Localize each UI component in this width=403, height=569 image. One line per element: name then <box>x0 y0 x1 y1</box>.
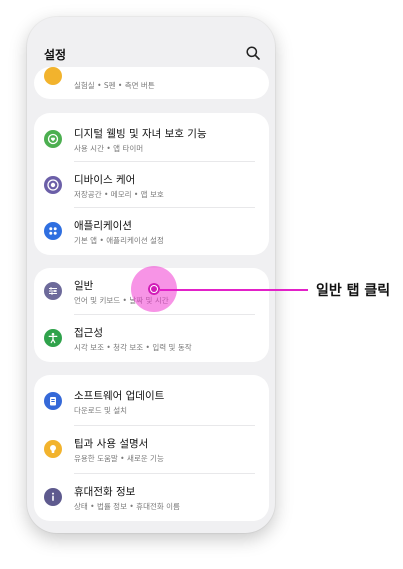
item-title: 팁과 사용 설명서 <box>74 438 149 450</box>
sidebar-item-tips[interactable]: 팁과 사용 설명서 유용한 도움말 • 새로운 기능 <box>34 426 269 472</box>
callout-label: 일반 탭 클릭 <box>316 283 391 299</box>
advanced-features-icon <box>44 67 62 85</box>
sidebar-item-software-update[interactable]: 소프트웨어 업데이트 다운로드 및 설치 <box>34 378 269 424</box>
update-icon <box>44 392 62 410</box>
sidebar-item-device-care[interactable]: 디바이스 케어 저장공간 • 메모리 • 앱 보호 <box>34 162 269 208</box>
card-group-1: 디지털 웰빙 및 자녀 보호 기능 사용 시간 • 앱 타이머 디바이스 케어 … <box>34 113 269 255</box>
advanced-features-card: 실험실 • S펜 • 측면 버튼 <box>34 67 269 99</box>
item-subtitle: 시각 보조 • 청각 보조 • 입력 및 동작 <box>74 343 192 352</box>
sliders-icon <box>44 282 62 300</box>
item-title: 애플리케이션 <box>74 220 132 232</box>
item-subtitle: 실험실 • S펜 • 측면 버튼 <box>74 81 155 90</box>
item-subtitle: 다운로드 및 설치 <box>74 406 128 415</box>
card-group-3: 소프트웨어 업데이트 다운로드 및 설치 팁과 사용 설명서 유용한 도움말 •… <box>34 375 269 521</box>
tap-point <box>148 283 160 295</box>
item-subtitle: 유용한 도움말 • 새로운 기능 <box>74 454 164 463</box>
heart-circle-icon <box>44 130 62 148</box>
item-subtitle: 상태 • 법률 정보 • 휴대전화 이름 <box>74 502 180 511</box>
item-title: 디지털 웰빙 및 자녀 보호 기능 <box>74 128 207 140</box>
bulb-icon <box>44 440 62 458</box>
info-icon <box>44 488 62 506</box>
sidebar-item-accessibility[interactable]: 접근성 시각 보조 • 청각 보조 • 입력 및 동작 <box>34 315 269 361</box>
sidebar-item-phone-info[interactable]: 휴대전화 정보 상태 • 법률 정보 • 휴대전화 이름 <box>34 474 269 520</box>
accessibility-icon <box>44 329 62 347</box>
item-title: 휴대전화 정보 <box>74 486 136 498</box>
item-subtitle: 사용 시간 • 앱 타이머 <box>74 144 144 153</box>
item-subtitle: 저장공간 • 메모리 • 앱 보호 <box>74 190 164 199</box>
advanced-features-item[interactable]: 실험실 • S펜 • 측면 버튼 <box>34 67 269 99</box>
search-icon[interactable] <box>245 45 261 61</box>
item-title: 디바이스 케어 <box>74 174 136 186</box>
apps-grid-icon <box>44 222 62 240</box>
callout-line <box>160 289 308 291</box>
page-title: 설정 <box>44 48 67 62</box>
sidebar-item-digital-wellbeing[interactable]: 디지털 웰빙 및 자녀 보호 기능 사용 시간 • 앱 타이머 <box>34 116 269 162</box>
settings-header: 설정 <box>27 17 275 69</box>
item-title: 일반 <box>74 280 94 292</box>
item-subtitle: 기본 앱 • 애플리케이션 설정 <box>74 236 164 245</box>
item-title: 소프트웨어 업데이트 <box>74 390 165 402</box>
sidebar-item-applications[interactable]: 애플리케이션 기본 앱 • 애플리케이션 설정 <box>34 208 269 254</box>
device-care-icon <box>44 176 62 194</box>
item-title: 접근성 <box>74 327 103 339</box>
